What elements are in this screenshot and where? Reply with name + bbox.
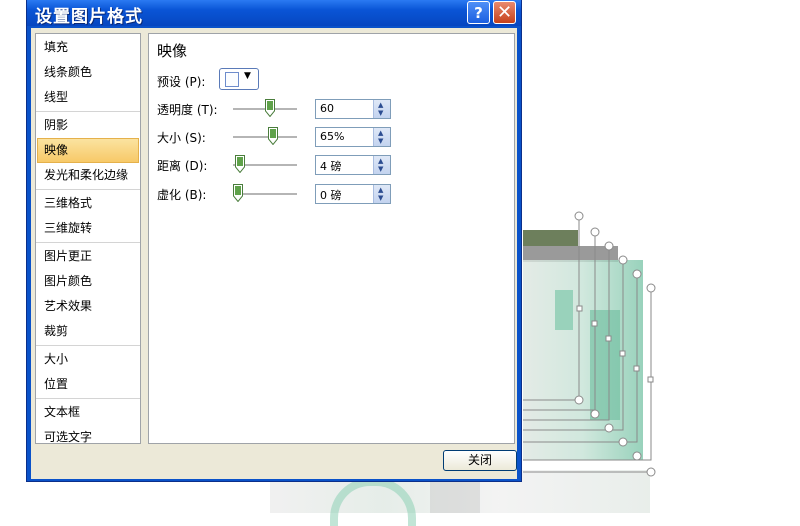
spin-down-icon[interactable]: ▼ <box>378 109 383 117</box>
distance-spinner[interactable]: ▲ ▼ <box>373 156 390 174</box>
close-button[interactable]: 关闭 <box>443 450 517 471</box>
size-value: 65% <box>320 130 345 143</box>
nav-item[interactable]: 艺术效果 <box>36 294 140 319</box>
nav-item[interactable]: 三维格式 <box>36 191 140 216</box>
nav-group: 三维格式 三维旋转 <box>36 190 140 243</box>
blur-slider[interactable] <box>233 184 297 204</box>
nav-group: 填充 线条颜色 线型 <box>36 34 140 112</box>
preset-dropdown[interactable]: ▼ <box>219 68 259 90</box>
nav-group: 大小 位置 <box>36 346 140 399</box>
category-list: 填充 线条颜色 线型 阴影 映像 发光和柔化边缘 三维格式 三维旋转 图片更正 图片颜色 艺术效果裁… <box>35 33 141 444</box>
size-slider[interactable] <box>233 127 297 147</box>
size-input[interactable]: 65% ▲ ▼ <box>315 127 391 147</box>
nav-item[interactable]: 发光和柔化边缘 <box>36 163 140 188</box>
nav-item[interactable]: 裁剪 <box>36 319 140 344</box>
reflected-picture-stack[interactable] <box>515 210 660 480</box>
dialog-title: 设置图片格式 <box>35 7 143 27</box>
dialog-title-bar[interactable]: 设置图片格式 ? ✕ <box>27 0 521 27</box>
help-icon: ? <box>474 3 483 22</box>
reflection-panel: 映像 预设 (P): ▼ 透明度 (T): 60 ▲ ▼ 大小 (S): 65%… <box>148 33 515 444</box>
reflection-shape <box>430 482 480 513</box>
preset-swatch-icon <box>225 72 239 87</box>
slider-thumb-icon[interactable] <box>233 184 243 202</box>
spin-up-icon[interactable]: ▲ <box>378 129 383 137</box>
blur-input[interactable]: 0 磅 ▲ ▼ <box>315 184 391 204</box>
nav-item[interactable]: 大小 <box>36 347 140 372</box>
spin-up-icon[interactable]: ▲ <box>378 186 383 194</box>
title-close-button[interactable]: ✕ <box>493 1 516 24</box>
distance-input[interactable]: 4 磅 ▲ ▼ <box>315 155 391 175</box>
nav-item[interactable]: 文本框 <box>36 400 140 425</box>
blur-value: 0 磅 <box>320 189 342 202</box>
blur-spinner[interactable]: ▲ ▼ <box>373 185 390 203</box>
distance-label: 距离 (D): <box>157 159 208 173</box>
transparency-value: 60 <box>320 102 334 115</box>
spin-up-icon[interactable]: ▲ <box>378 157 383 165</box>
nav-item[interactable]: 三维旋转 <box>36 216 140 241</box>
nav-group: 文本框 可选文字 <box>36 399 140 451</box>
panel-title: 映像 <box>157 42 188 60</box>
close-icon: ✕ <box>496 2 513 23</box>
nav-item[interactable]: 可选文字 <box>36 425 140 450</box>
nav-item[interactable]: 线条颜色 <box>36 60 140 85</box>
transparency-spinner[interactable]: ▲ ▼ <box>373 100 390 118</box>
slider-thumb-icon[interactable] <box>235 155 245 173</box>
distance-value: 4 磅 <box>320 160 342 173</box>
preset-label: 预设 (P): <box>157 75 206 89</box>
slider-track <box>233 136 297 139</box>
help-button[interactable]: ? <box>467 1 490 24</box>
nav-group: 图片更正 图片颜色 艺术效果 裁剪 <box>36 243 140 346</box>
chevron-down-icon: ▼ <box>244 71 251 81</box>
dialog-client-area: 填充 线条颜色 线型 阴影 映像 发光和柔化边缘 三维格式 三维旋转 图片更正 图片颜色 艺术效果裁… <box>31 28 517 479</box>
size-label: 大小 (S): <box>157 131 206 145</box>
spin-down-icon[interactable]: ▼ <box>378 194 383 202</box>
slider-thumb-icon[interactable] <box>268 127 278 145</box>
size-spinner[interactable]: ▲ ▼ <box>373 128 390 146</box>
distance-slider[interactable] <box>233 155 297 175</box>
spin-down-icon[interactable]: ▼ <box>378 137 383 145</box>
nav-item[interactable]: 位置 <box>36 372 140 397</box>
slider-thumb-icon[interactable] <box>265 99 275 117</box>
format-picture-dialog: 设置图片格式 ? ✕ 填充 线条颜色 线型 阴影 映像 发光和柔化边缘 三维格式 三维旋转 图片… <box>26 0 522 482</box>
nav-item[interactable]: 映像 <box>37 138 139 163</box>
spin-up-icon[interactable]: ▲ <box>378 101 383 109</box>
nav-group: 阴影 映像 发光和柔化边缘 <box>36 112 140 190</box>
spin-down-icon[interactable]: ▼ <box>378 165 383 173</box>
transparency-label: 透明度 (T): <box>157 103 218 117</box>
transparency-slider[interactable] <box>233 99 297 119</box>
transparency-input[interactable]: 60 ▲ ▼ <box>315 99 391 119</box>
nav-item[interactable]: 图片更正 <box>36 244 140 269</box>
blur-label: 虚化 (B): <box>157 188 207 202</box>
nav-item[interactable]: 线型 <box>36 85 140 110</box>
nav-item[interactable]: 填充 <box>36 35 140 60</box>
nav-item[interactable]: 图片颜色 <box>36 269 140 294</box>
nav-item[interactable]: 阴影 <box>36 113 140 138</box>
